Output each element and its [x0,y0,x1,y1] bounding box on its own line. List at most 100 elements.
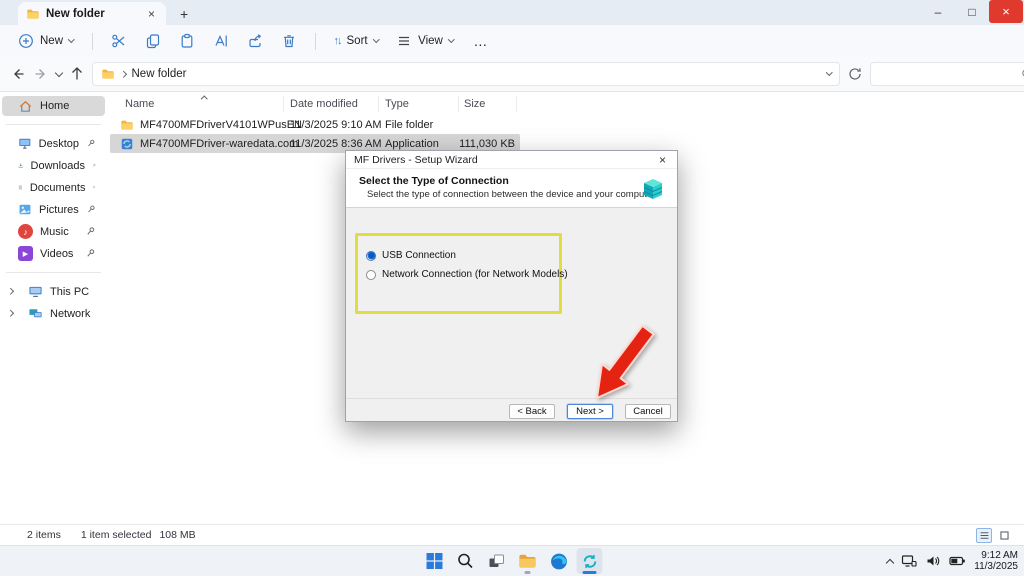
sidebar-item-downloads[interactable]: Downloads [2,155,105,176]
sidebar-item-pictures[interactable]: Pictures [2,199,105,220]
rename-button[interactable] [205,28,237,54]
see-more-button[interactable]: … [463,33,498,49]
radio-unselected-icon[interactable] [366,270,376,280]
radio-option-usb[interactable]: USB Connection [366,250,456,261]
file-explorer-taskbar-icon[interactable] [515,548,541,574]
search-icon [457,552,475,570]
column-date-modified[interactable]: Date modified [290,98,358,110]
sidebar-item-home[interactable]: Home [2,96,105,116]
column-divider[interactable] [378,96,379,112]
view-toggles [976,528,1012,543]
share-button[interactable] [239,28,271,54]
hidden-icons-chevron[interactable] [886,558,894,566]
dialog-header: Select the Type of Connection Select the… [346,169,677,208]
sidebar-item-documents[interactable]: Documents [2,177,105,198]
file-type: File folder [385,119,433,131]
radio-option-network[interactable]: Network Connection (for Network Models) [366,269,568,280]
sidebar-item-label: Downloads [31,160,85,172]
sidebar-item-label: Network [50,308,90,320]
sidebar-divider [6,272,101,273]
cut-button[interactable] [103,28,135,54]
refresh-button[interactable] [847,63,863,85]
this-pc-icon [28,284,43,299]
sidebar-item-label: Music [40,226,69,238]
documents-icon [18,180,23,195]
sidebar-item-desktop[interactable]: Desktop [2,133,105,154]
sidebar-item-music[interactable]: ♪ Music [2,221,105,242]
sidebar-item-label: Pictures [39,204,79,216]
selection-summary: 1 item selected [81,529,152,541]
file-row-folder[interactable]: MF4700MFDriverV4101WPusEN 11/3/2025 9:10… [110,115,520,134]
forward-button[interactable] [33,63,49,85]
search-box[interactable] [870,62,1024,86]
back-button[interactable]: < Back [509,404,555,419]
paste-icon [179,33,195,49]
videos-icon: ▶ [18,246,33,261]
clock-time: 9:12 AM [974,550,1018,561]
chevron-down-icon [373,36,379,42]
sort-ascending-icon [201,96,207,102]
sidebar-item-label: Videos [40,248,73,260]
sort-button[interactable]: ↑↓ Sort [326,28,387,54]
edge-taskbar-icon[interactable] [546,548,572,574]
network-icon [28,306,43,321]
taskbar-clock[interactable]: 9:12 AM 11/3/2025 [974,550,1018,572]
wizard-printer-icon [638,173,668,203]
search-button[interactable] [453,548,479,574]
pin-icon [92,182,96,193]
expand-chevron-icon[interactable] [7,288,13,294]
tab-new-folder[interactable]: New folder × [18,2,166,25]
task-view-icon [488,552,506,570]
file-date: 11/3/2025 8:36 AM [290,138,382,150]
column-name[interactable]: Name [125,98,154,110]
close-button[interactable]: × [989,0,1023,23]
minimize-button[interactable]: – [921,0,955,23]
sidebar-divider [6,124,101,125]
delete-button[interactable] [273,28,305,54]
tab-close-icon[interactable]: × [145,7,158,21]
folder-icon [26,7,40,21]
copy-button[interactable] [137,28,169,54]
pin-icon [85,226,96,237]
pin-icon [85,248,96,259]
radio-selected-icon[interactable] [366,251,376,261]
new-button[interactable]: New [10,28,82,54]
breadcrumb-chevron-icon [120,71,126,77]
search-input[interactable] [878,68,1020,80]
task-view-button[interactable] [484,548,510,574]
dialog-close-icon[interactable]: × [656,153,669,167]
battery-icon[interactable] [949,553,966,569]
back-button[interactable] [10,63,26,85]
address-dropdown-icon[interactable] [826,69,832,75]
window-controls: – □ × [921,0,1024,25]
breadcrumb-path[interactable]: New folder [132,68,821,80]
recent-locations-button[interactable] [56,63,62,85]
maximize-button[interactable]: □ [955,0,989,23]
network-tray-icon[interactable] [901,553,917,569]
volume-icon[interactable] [925,553,941,569]
share-icon [247,33,263,49]
start-button[interactable] [422,548,448,574]
view-button[interactable]: View [388,28,461,54]
new-tab-button[interactable]: + [180,6,188,22]
column-type[interactable]: Type [385,98,409,110]
large-icons-view-toggle[interactable] [996,528,1012,543]
column-divider[interactable] [458,96,459,112]
dialog-subheading: Select the type of connection between th… [367,189,657,200]
column-divider[interactable] [516,96,517,112]
sidebar-item-label: Home [40,100,69,112]
details-view-toggle[interactable] [976,528,992,543]
up-button[interactable] [69,63,85,85]
sidebar-item-this-pc[interactable]: This PC [2,281,105,302]
view-list-icon [396,33,412,49]
setup-wizard-taskbar-icon[interactable] [577,548,603,574]
column-size[interactable]: Size [464,98,485,110]
address-bar[interactable]: New folder [92,62,840,86]
sidebar-item-network[interactable]: Network [2,303,105,324]
column-divider[interactable] [283,96,284,112]
expand-chevron-icon[interactable] [7,310,13,316]
sidebar-item-videos[interactable]: ▶ Videos [2,243,105,264]
paste-button[interactable] [171,28,203,54]
chevron-down-icon [68,36,74,42]
dialog-title-bar[interactable]: MF Drivers - Setup Wizard × [346,151,677,169]
